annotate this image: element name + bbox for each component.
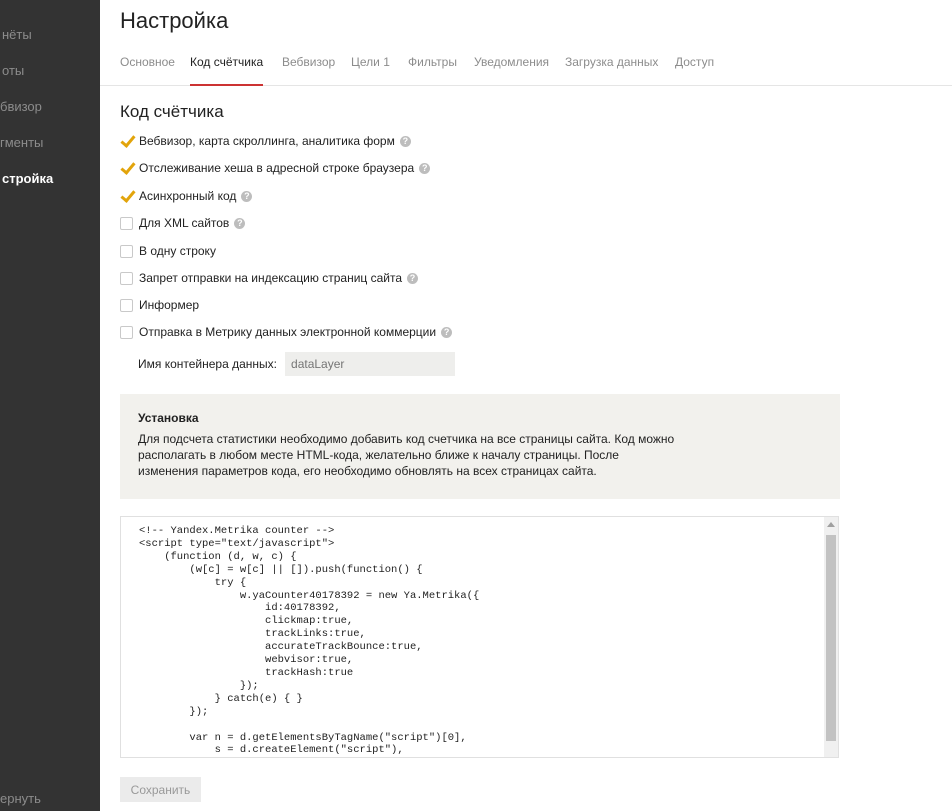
sidebar-collapse-link[interactable]: ернуть	[0, 791, 41, 806]
option-label: Запрет отправки на индексацию страниц са…	[139, 271, 403, 285]
option-label: Вебвизор, карта скроллинга, аналитика фо…	[139, 134, 395, 148]
sidebar-item-label: оты	[2, 63, 25, 78]
tab-goals[interactable]: Цели 1	[351, 55, 390, 69]
scroll-thumb[interactable]	[826, 535, 836, 741]
tab-bar: Основное Код счётчика Вебвизор Цели 1 Фи…	[100, 42, 952, 86]
save-button[interactable]: Сохранить	[120, 777, 201, 802]
option-informer[interactable]: Информер	[120, 296, 199, 314]
help-icon[interactable]: ?	[419, 162, 431, 174]
install-text: Для подсчета статистики необходимо добав…	[138, 432, 675, 478]
checkbox-unchecked[interactable]	[120, 298, 133, 312]
option-ecommerce[interactable]: Отправка в Метрику данных электронной ко…	[120, 323, 453, 341]
tab-filters[interactable]: Фильтры	[408, 55, 457, 69]
option-label: Для XML сайтов	[139, 216, 230, 230]
sidebar: нёты оты бвизор гменты стройка ернуть	[0, 0, 100, 811]
code-scrollbar[interactable]	[824, 517, 838, 757]
sidebar-item-segments[interactable]: гменты	[0, 135, 43, 150]
option-label: Отслеживание хеша в адресной строке брау…	[139, 161, 415, 175]
counter-code[interactable]: <!-- Yandex.Metrika counter --> <script …	[139, 525, 479, 757]
checkbox-checked[interactable]	[120, 135, 133, 148]
option-label: Информер	[139, 298, 200, 312]
sidebar-item-settings[interactable]: стройка	[2, 171, 53, 186]
checkbox-unchecked[interactable]	[120, 325, 133, 339]
help-icon[interactable]: ?	[241, 190, 253, 202]
container-name-label: Имя контейнера данных:	[138, 357, 278, 371]
sidebar-item-reports[interactable]: нёты	[2, 27, 32, 42]
container-name-row: Имя контейнера данных:	[138, 352, 456, 376]
tab-main[interactable]: Основное	[120, 55, 175, 69]
option-label: Асинхронный код	[139, 189, 237, 203]
install-title: Установка	[138, 411, 199, 425]
tab-access[interactable]: Доступ	[675, 55, 714, 69]
option-async-code[interactable]: Асинхронный код ?	[120, 187, 253, 205]
option-label: Отправка в Метрику данных электронной ко…	[139, 325, 437, 339]
option-webvisor[interactable]: Вебвизор, карта скроллинга, аналитика фо…	[120, 132, 411, 150]
page-title: Настройка	[120, 8, 229, 33]
help-icon[interactable]: ?	[441, 326, 453, 338]
sidebar-item-label: стройка	[2, 171, 54, 186]
sidebar-item-targets[interactable]: оты	[2, 63, 24, 78]
container-name-input[interactable]	[285, 352, 456, 376]
install-info-box: Установка Для подсчета статистики необхо…	[120, 394, 840, 499]
checkbox-checked[interactable]	[120, 162, 133, 175]
option-xml-sites[interactable]: Для XML сайтов ?	[120, 214, 246, 232]
sidebar-item-label: гменты	[0, 135, 44, 150]
help-icon[interactable]: ?	[399, 135, 411, 147]
sidebar-collapse-label: ернуть	[0, 791, 41, 806]
checkbox-checked[interactable]	[120, 190, 133, 203]
checkbox-unchecked[interactable]	[120, 244, 133, 258]
sidebar-item-webvisor[interactable]: бвизор	[0, 99, 42, 114]
main-content: Настройка Основное Код счётчика Вебвизор…	[100, 0, 952, 811]
checkbox-unchecked[interactable]	[120, 216, 133, 230]
checkbox-unchecked[interactable]	[120, 271, 133, 285]
tab-data-upload[interactable]: Загрузка данных	[565, 55, 658, 69]
sidebar-item-label: бвизор	[0, 99, 42, 114]
scroll-up-arrow-icon[interactable]	[827, 522, 835, 527]
option-one-line[interactable]: В одну строку	[120, 242, 216, 260]
option-hash-tracking[interactable]: Отслеживание хеша в адресной строке брау…	[120, 159, 431, 177]
tab-counter-code[interactable]: Код счётчика	[190, 55, 264, 86]
sidebar-item-label: нёты	[2, 27, 32, 42]
code-area[interactable]: <!-- Yandex.Metrika counter --> <script …	[120, 516, 839, 758]
section-title: Код счётчика	[120, 102, 224, 121]
option-label: В одну строку	[139, 244, 216, 258]
tab-notifications[interactable]: Уведомления	[474, 55, 549, 69]
option-noindex[interactable]: Запрет отправки на индексацию страниц са…	[120, 269, 419, 287]
tab-webvisor[interactable]: Вебвизор	[282, 55, 335, 69]
help-icon[interactable]: ?	[234, 217, 246, 229]
help-icon[interactable]: ?	[407, 272, 419, 284]
